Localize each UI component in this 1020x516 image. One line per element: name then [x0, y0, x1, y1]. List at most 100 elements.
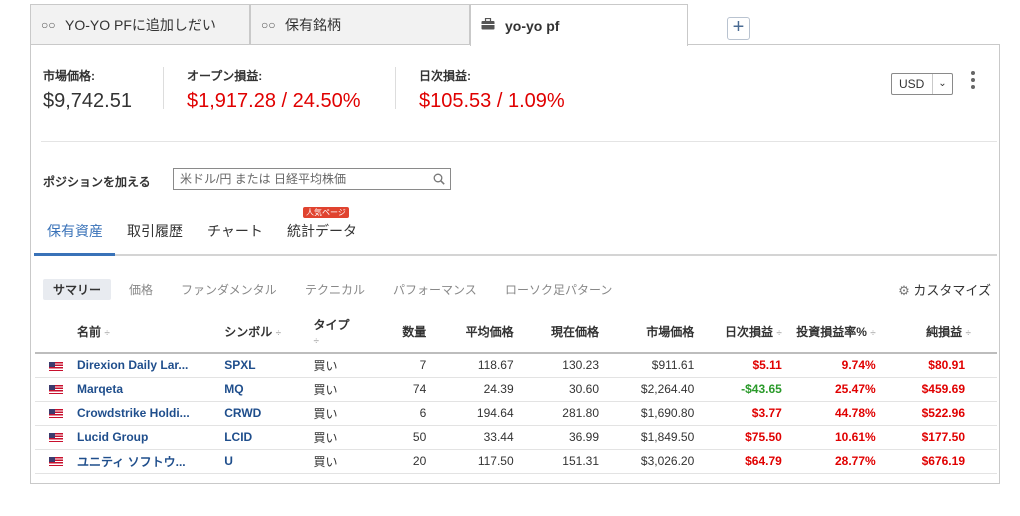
name-cell[interactable]: Direxion Daily Lar...: [77, 353, 225, 378]
symbol-cell[interactable]: SPXL: [224, 353, 314, 378]
currency-select[interactable]: USD ⌄: [891, 73, 953, 95]
qty-cell: 7: [376, 353, 437, 378]
portfolio-tab-watchlist[interactable]: ○○ YO-YO PFに追加しだい: [30, 4, 250, 45]
view-performance[interactable]: パフォーマンス: [393, 281, 477, 298]
us-flag-icon: [49, 457, 63, 467]
portfolio-tab-label: YO-YO PFに追加しだい: [65, 17, 216, 33]
open-pl-block: オープン損益: $1,917.28 / 24.50%: [187, 67, 360, 113]
column-header-net-pl[interactable]: 純損益 ÷: [885, 311, 997, 354]
type-cell: 買い: [313, 353, 377, 378]
table-row[interactable]: ユニティ ソフトウ... U 買い 20 117.50 151.31 $3,026.20 $6…: [35, 449, 997, 474]
view-technical[interactable]: テクニカル: [305, 281, 365, 298]
portfolio-tab-holdings[interactable]: ○○ 保有銘柄: [250, 4, 470, 45]
net-pl-cell: $676.19: [885, 449, 997, 474]
sort-icon: ÷: [104, 328, 110, 339]
symbol-link[interactable]: CRWD: [224, 406, 261, 420]
portfolio-tab-yoyo-pf[interactable]: yo-yo pf: [470, 4, 688, 46]
name-cell[interactable]: Crowdstrike Holdi...: [77, 401, 225, 426]
symbol-cell[interactable]: MQ: [224, 377, 314, 402]
us-flag-icon: [49, 409, 63, 419]
sort-icon: ÷: [275, 328, 282, 339]
table-row[interactable]: Direxion Daily Lar... SPXL 買い 7 118.67 130.23…: [35, 353, 997, 378]
symbol-link[interactable]: SPXL: [224, 358, 255, 372]
symbol-link[interactable]: MQ: [224, 382, 243, 396]
stock-name-link[interactable]: Direxion Daily Lar...: [77, 358, 188, 372]
current-price-cell: 36.99: [523, 425, 609, 450]
stock-name-link[interactable]: Marqeta: [77, 382, 123, 396]
return-pct-cell: 44.78%: [791, 401, 886, 426]
column-header-market-value[interactable]: 市場価格: [609, 311, 705, 354]
tab-chart[interactable]: チャート: [207, 221, 263, 241]
divider: [395, 67, 396, 109]
market-value-cell: $1,849.50: [609, 425, 705, 450]
us-flag-icon: [49, 361, 63, 371]
chevron-down-icon: ⌄: [932, 74, 952, 94]
symbol-cell[interactable]: CRWD: [224, 401, 314, 426]
name-cell[interactable]: Lucid Group: [77, 425, 225, 450]
type-cell: 買い: [313, 425, 377, 450]
name-cell[interactable]: Marqeta: [77, 377, 225, 402]
portfolio-panel: 市場価格: $9,742.51 オープン損益: $1,917.28 / 24.5…: [30, 44, 1000, 484]
symbol-cell[interactable]: U: [224, 449, 314, 474]
daily-pl-cell: $64.79: [704, 449, 792, 474]
stock-name-link[interactable]: Crowdstrike Holdi...: [77, 406, 190, 420]
stock-name-link[interactable]: ユニティ ソフトウ...: [77, 455, 186, 469]
open-pl-label: オープン損益:: [187, 69, 263, 83]
more-options-icon[interactable]: [967, 69, 979, 95]
table-row[interactable]: Crowdstrike Holdi... CRWD 買い 6 194.64 281.80 $…: [35, 401, 997, 426]
daily-pl-block: 日次損益: $105.53 / 1.09%: [419, 67, 565, 113]
stock-name-link[interactable]: Lucid Group: [77, 430, 148, 444]
tab-statistics[interactable]: 統計データ: [287, 221, 357, 241]
open-pl-value: $1,917.28 / 24.50%: [187, 90, 361, 112]
customize-label: カスタマイズ: [913, 283, 991, 298]
portfolio-tabs: ○○ YO-YO PFに追加しだい ○○ 保有銘柄 yo-yo pf +: [30, 4, 750, 46]
customize-button[interactable]: ⚙ カスタマイズ: [898, 280, 991, 299]
tab-transactions[interactable]: 取引履歴: [127, 221, 183, 241]
us-flag-icon: [49, 385, 63, 395]
table-row[interactable]: Marqeta MQ 買い 74 24.39 30.60 $2,264.40 -$43.65 2…: [35, 377, 997, 402]
search-icon[interactable]: [433, 173, 445, 185]
column-header-type[interactable]: タイプ ÷: [313, 311, 377, 354]
column-header-name[interactable]: 名前 ÷: [77, 311, 225, 354]
divider: [41, 141, 997, 142]
daily-pl-cell: $3.77: [704, 401, 792, 426]
sort-icon: ÷: [870, 328, 876, 339]
briefcase-icon: [481, 17, 499, 33]
symbol-link[interactable]: U: [224, 454, 233, 468]
symbol-cell[interactable]: LCID: [224, 425, 314, 450]
view-selector: サマリー 価格 ファンダメンタル テクニカル パフォーマンス ローソク足パターン…: [43, 279, 991, 301]
qty-cell: 20: [376, 449, 437, 474]
net-pl-cell: $177.50: [885, 425, 997, 450]
column-header-daily-pl[interactable]: 日次損益 ÷: [704, 311, 792, 354]
table-row[interactable]: Lucid Group LCID 買い 50 33.44 36.99 $1,849.50 $7…: [35, 425, 997, 450]
portfolio-tab-label: yo-yo pf: [505, 17, 560, 34]
column-header-symbol[interactable]: シンボル ÷: [224, 311, 314, 354]
add-position-input[interactable]: [173, 168, 451, 190]
column-header-current-price[interactable]: 現在価格: [523, 311, 609, 354]
net-pl-cell: $80.91: [885, 353, 997, 378]
tab-holdings[interactable]: 保有資産: [47, 221, 103, 241]
current-price-cell: 130.23: [523, 353, 609, 378]
avg-price-cell: 24.39: [436, 377, 524, 402]
sort-icon: ÷: [776, 328, 782, 339]
column-header-avg-price[interactable]: 平均価格: [436, 311, 524, 354]
type-cell: 買い: [313, 377, 377, 402]
view-fundamental[interactable]: ファンダメンタル: [181, 281, 277, 298]
symbol-link[interactable]: LCID: [224, 430, 252, 444]
market-value-cell: $1,690.80: [609, 401, 705, 426]
view-candlestick[interactable]: ローソク足パターン: [505, 281, 612, 298]
view-price[interactable]: 価格: [129, 281, 153, 298]
return-pct-cell: 28.77%: [791, 449, 886, 474]
market-value: $9,742.51: [43, 90, 132, 112]
name-cell[interactable]: ユニティ ソフトウ...: [77, 449, 225, 474]
holdings-table: 名前 ÷ シンボル ÷ タイプ ÷ 数量 平均価格 現在価格 市場価格 日次損益 …: [35, 311, 997, 474]
return-pct-cell: 10.61%: [791, 425, 886, 450]
column-header-qty[interactable]: 数量: [376, 311, 437, 354]
avg-price-cell: 194.64: [436, 401, 524, 426]
add-portfolio-button[interactable]: +: [727, 17, 750, 40]
qty-cell: 74: [376, 377, 437, 402]
column-header-return-pct[interactable]: 投資損益率% ÷: [791, 311, 886, 354]
view-summary[interactable]: サマリー: [43, 279, 112, 300]
divider: [163, 67, 164, 109]
market-value-cell: $3,026.20: [609, 449, 705, 474]
